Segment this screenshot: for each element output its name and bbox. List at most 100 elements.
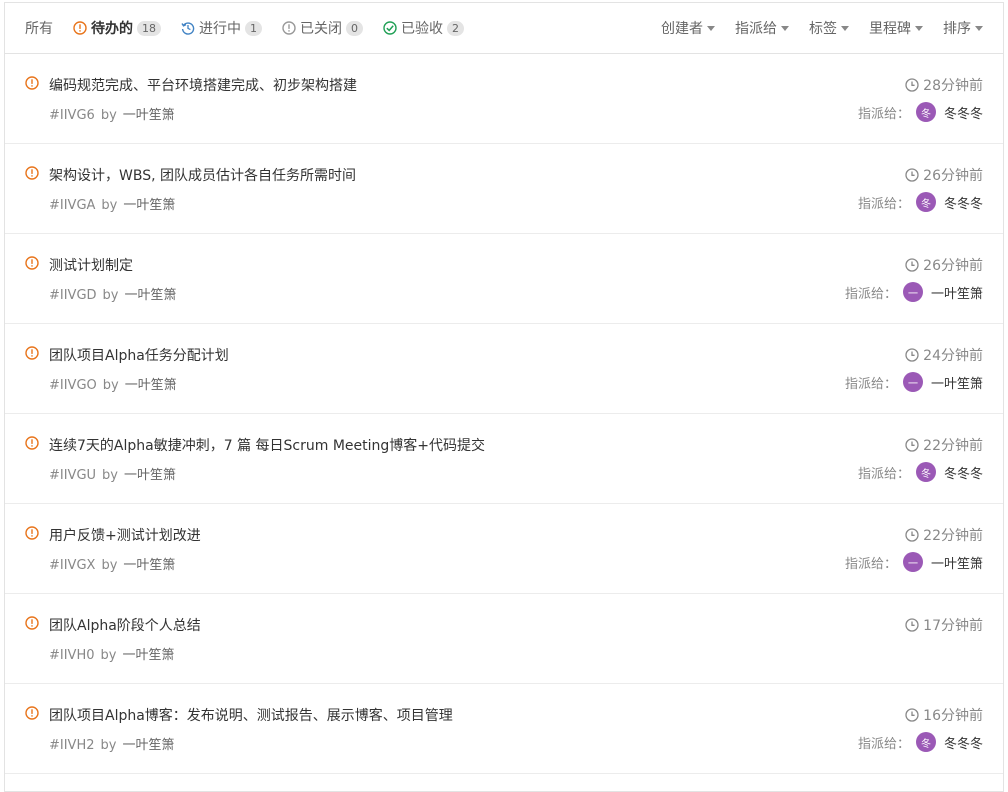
filter-dropdowns: 创建者 指派给 标签 里程碑 排序 — [641, 18, 1003, 38]
time-text: 26分钟前 — [923, 258, 983, 274]
issue-title[interactable]: 团队Alpha阶段个人总结 — [49, 615, 201, 635]
alert-icon — [25, 436, 39, 450]
by-label: by — [102, 378, 119, 393]
issue-row-5[interactable]: 连续7天的Alpha敏捷冲刺，7 篇 每日Scrum Meeting博客+代码提… — [5, 414, 1003, 504]
assignee-name[interactable]: 冬冬冬 — [944, 463, 983, 482]
avatar[interactable]: 一 — [902, 372, 923, 392]
by-label: by — [100, 648, 117, 663]
issue-meta: #IIVH0 by 一叶笙箫 — [49, 644, 174, 663]
issue-author[interactable]: 一叶笙箫 — [123, 108, 175, 123]
assignee-name[interactable]: 冬冬冬 — [944, 193, 983, 212]
assign-label: 指派给： — [844, 556, 897, 572]
tab-progressing[interactable]: 进行中 1 — [181, 18, 262, 38]
issue-row-6[interactable]: 用户反馈+测试计划改进 #IIVGX by 一叶笙箫 22分钟前 指派给： 一 一叶… — [5, 504, 1003, 594]
issue-author[interactable]: 一叶笙箫 — [123, 558, 175, 573]
tab-label: 所有 — [25, 21, 53, 37]
avatar[interactable]: 冬 — [915, 192, 936, 212]
issue-title[interactable]: 连续7天的Alpha敏捷冲刺，7 篇 每日Scrum Meeting博客+代码提… — [49, 435, 485, 455]
tab-label: 已关闭 — [300, 21, 342, 37]
alert-icon — [73, 21, 87, 35]
issue-row-1[interactable]: 编码规范完成、平台环境搭建完成、初步架构搭建 #IIVG6 by 一叶笙箫 28分钟… — [5, 54, 1003, 144]
issue-title[interactable]: 测试计划制定 — [49, 255, 133, 275]
time-text: 24分钟前 — [923, 348, 983, 364]
avatar[interactable]: 冬 — [915, 462, 936, 482]
filter-milestone[interactable]: 里程碑 — [869, 18, 923, 38]
by-label: by — [102, 288, 119, 303]
filter-label[interactable]: 标签 — [809, 18, 849, 38]
issue-author[interactable]: 一叶笙箫 — [125, 378, 177, 393]
issue-id: #IIVGX — [49, 558, 96, 573]
tab-all[interactable]: 所有 — [25, 18, 53, 38]
issue-title[interactable]: 团队项目Alpha任务分配计划 — [49, 345, 229, 365]
assignee-name[interactable]: 冬冬冬 — [944, 103, 983, 122]
issue-title[interactable]: 编码规范完成、平台环境搭建完成、初步架构搭建 — [49, 75, 357, 95]
clock-icon — [905, 168, 919, 182]
assign-label: 指派给： — [857, 736, 910, 752]
issue-title[interactable]: 团队项目Alpha博客：发布说明、测试报告、展示博客、项目管理 — [49, 705, 453, 725]
tab-label: 进行中 — [199, 21, 241, 37]
issue-id: #IIVGO — [49, 378, 97, 393]
assign-label: 指派给： — [844, 286, 897, 302]
avatar[interactable]: 一 — [902, 552, 923, 572]
assignee-name[interactable]: 一叶笙箫 — [931, 553, 983, 572]
assign-label: 指派给： — [844, 376, 897, 392]
issue-row-4[interactable]: 团队项目Alpha任务分配计划 #IIVGO by 一叶笙箫 24分钟前 指派给： … — [5, 324, 1003, 414]
filter-assignee[interactable]: 指派给 — [735, 18, 789, 38]
caret-down-icon — [915, 25, 923, 31]
alert-icon — [25, 616, 39, 630]
issue-author[interactable]: 一叶笙箫 — [125, 288, 177, 303]
filter-creator[interactable]: 创建者 — [661, 18, 715, 38]
clock-icon — [905, 708, 919, 722]
status-tabs: 所有 待办的 18 进行中 1 已关闭 0 已验收 2 — [5, 18, 484, 38]
filter-bar: 所有 待办的 18 进行中 1 已关闭 0 已验收 2 创建者 指派给 标签 里… — [5, 3, 1003, 54]
alert-icon — [25, 166, 39, 180]
count-badge: 2 — [447, 20, 464, 36]
time-text: 22分钟前 — [923, 528, 983, 544]
time-text: 28分钟前 — [923, 78, 983, 94]
issue-author[interactable]: 一叶笙箫 — [122, 738, 174, 753]
time-text: 22分钟前 — [923, 438, 983, 454]
issue-meta: #IIVGA by 一叶笙箫 — [49, 194, 175, 213]
issue-meta: #IIVGD by 一叶笙箫 — [49, 284, 177, 303]
alert-icon — [25, 706, 39, 720]
assign-label: 指派给： — [857, 196, 910, 212]
issue-time: 26分钟前 — [905, 165, 983, 185]
avatar[interactable]: 冬 — [915, 102, 936, 122]
clock-icon — [905, 348, 919, 362]
issue-time: 17分钟前 — [905, 615, 983, 635]
clock-icon — [905, 618, 919, 632]
issue-author[interactable]: 一叶笙箫 — [123, 198, 175, 213]
by-label: by — [101, 198, 118, 213]
count-badge: 18 — [137, 20, 161, 36]
issue-time: 22分钟前 — [905, 525, 983, 545]
tab-closed[interactable]: 已关闭 0 — [282, 18, 363, 38]
progress-icon — [181, 22, 195, 35]
issue-author[interactable]: 一叶笙箫 — [122, 648, 174, 663]
caret-down-icon — [975, 25, 983, 31]
issue-id: #IIVGU — [49, 468, 97, 483]
assignee-name[interactable]: 一叶笙箫 — [931, 283, 983, 302]
issue-row-8[interactable]: 团队项目Alpha博客：发布说明、测试报告、展示博客、项目管理 #IIVH2 by… — [5, 684, 1003, 774]
tab-label: 待办的 — [91, 21, 133, 37]
issue-row-3[interactable]: 测试计划制定 #IIVGD by 一叶笙箫 26分钟前 指派给： 一 一叶笙箫 — [5, 234, 1003, 324]
issue-meta: #IIVGU by 一叶笙箫 — [49, 464, 176, 483]
issue-title[interactable]: 用户反馈+测试计划改进 — [49, 525, 201, 545]
issue-id: #IIVG6 — [49, 108, 95, 123]
by-label: by — [102, 468, 118, 483]
filter-sort[interactable]: 排序 — [943, 18, 983, 38]
tab-open[interactable]: 待办的 18 — [73, 18, 161, 38]
by-label: by — [101, 558, 118, 573]
tab-accepted[interactable]: 已验收 2 — [383, 18, 464, 38]
assignee-name[interactable]: 一叶笙箫 — [931, 373, 983, 392]
issue-assignment: 指派给： 冬 冬冬冬 — [858, 192, 983, 212]
avatar[interactable]: 冬 — [915, 732, 936, 752]
issue-title[interactable]: 架构设计，WBS, 团队成员估计各自任务所需时间 — [49, 165, 356, 185]
issue-author[interactable]: 一叶笙箫 — [124, 468, 176, 483]
issue-meta: #IIVG6 by 一叶笙箫 — [49, 104, 175, 123]
issue-row-2[interactable]: 架构设计，WBS, 团队成员估计各自任务所需时间 #IIVGA by 一叶笙箫 26… — [5, 144, 1003, 234]
assignee-name[interactable]: 冬冬冬 — [944, 733, 983, 752]
issue-row-7[interactable]: 团队Alpha阶段个人总结 #IIVH0by一叶笙箫 17分钟前 指派给： — [5, 594, 1003, 684]
issue-assignment: 指派给： 一 一叶笙箫 — [845, 552, 983, 572]
avatar[interactable]: 一 — [902, 282, 923, 302]
issue-meta: #IIVGX by 一叶笙箫 — [49, 554, 175, 573]
